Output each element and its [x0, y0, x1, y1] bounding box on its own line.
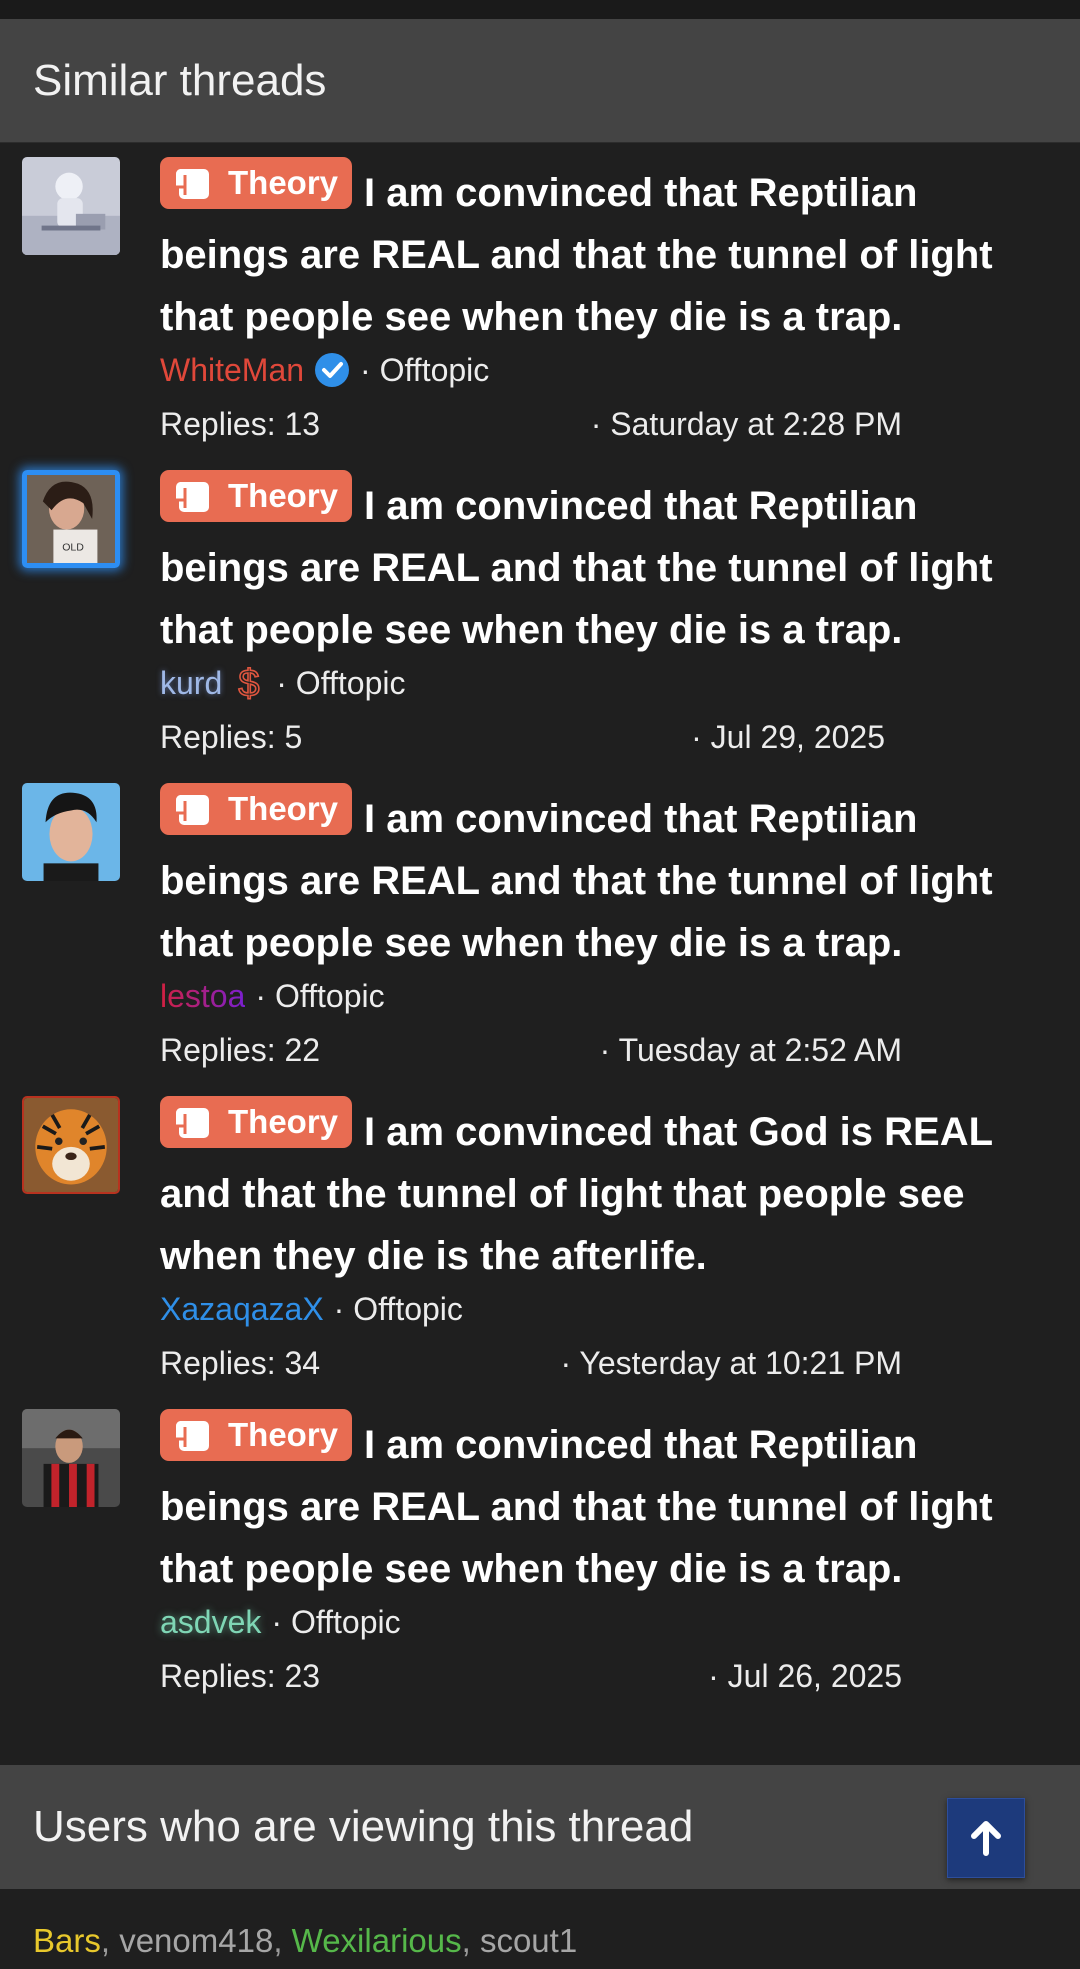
avatar-lestoa[interactable] — [22, 783, 120, 881]
thread-date: Saturday at 2:28 PM — [591, 406, 902, 443]
svg-text:$: $ — [239, 663, 260, 703]
similar-threads-list: Theory I am convinced that Reptilian bein… — [0, 143, 1080, 1722]
author-link[interactable]: XazaqazaX — [160, 1291, 324, 1328]
theory-label[interactable]: Theory — [160, 1096, 353, 1148]
thread-title[interactable]: Theory I am convinced that Reptilian bein… — [160, 470, 1040, 661]
author-link[interactable]: asdvek — [160, 1604, 261, 1641]
thread-date: Tuesday at 2:52 AM — [600, 1032, 902, 1069]
forum-link[interactable]: Offtopic — [276, 665, 406, 702]
thread-item[interactable]: OLD Theory I am convinced that Reptilian … — [0, 470, 1080, 783]
theory-label[interactable]: Theory — [160, 1409, 353, 1461]
replies-value: 23 — [284, 1658, 321, 1694]
avatar-whiteman[interactable] — [22, 157, 120, 255]
scroll-icon — [175, 1421, 209, 1451]
thread-item[interactable]: Theory I am convinced that Reptilian bein… — [0, 157, 1080, 470]
theory-label-text: Theory — [228, 1416, 339, 1453]
verified-badge-icon — [315, 353, 350, 387]
viewer-link[interactable]: Wexilarious — [292, 1922, 462, 1959]
forum-link[interactable]: Offtopic — [360, 352, 490, 389]
thread-stats: Replies: 22 Tuesday at 2:52 AM — [160, 1024, 902, 1078]
thread-meta: lestoa Offtopic — [160, 968, 1040, 1024]
scroll-to-top-button[interactable] — [947, 1798, 1025, 1878]
theory-label-text: Theory — [228, 790, 339, 827]
viewer-link[interactable]: Bars — [33, 1922, 101, 1959]
similar-threads-title: Similar threads — [33, 55, 327, 105]
replies-prefix: Replies: — [160, 719, 285, 755]
replies-count: Replies: 5 — [160, 719, 302, 756]
thread-item[interactable]: Theory I am convinced that God is REAL an… — [0, 1096, 1080, 1409]
viewer-separator: , — [273, 1922, 292, 1959]
viewer-link[interactable]: scout1 — [480, 1922, 577, 1959]
replies-prefix: Replies: — [160, 1658, 285, 1694]
thread-title[interactable]: Theory I am convinced that God is REAL an… — [160, 1096, 1040, 1287]
theory-label-text: Theory — [228, 1103, 339, 1140]
avatar-kurd[interactable]: OLD — [22, 470, 120, 568]
thread-meta: asdvek Offtopic — [160, 1594, 1040, 1650]
thread-date: Yesterday at 10:21 PM — [560, 1345, 902, 1382]
arrow-up-icon — [971, 1821, 1001, 1856]
thread-item[interactable]: Theory I am convinced that Reptilian bein… — [0, 1409, 1080, 1722]
scroll-icon — [175, 482, 209, 512]
thread-stats: Replies: 13 Saturday at 2:28 PM — [160, 398, 902, 452]
scroll-icon — [175, 169, 209, 199]
replies-value: 13 — [284, 406, 321, 442]
theory-label-text: Theory — [228, 164, 339, 201]
thread-stats: Replies: 23 Jul 26, 2025 — [160, 1650, 902, 1704]
viewer-separator: , — [100, 1922, 120, 1959]
replies-prefix: Replies: — [160, 1032, 285, 1068]
scroll-icon — [175, 795, 209, 825]
replies-value: 5 — [284, 719, 303, 755]
avatar-asdvek[interactable] — [22, 1409, 120, 1507]
thread-title[interactable]: Theory I am convinced that Reptilian bein… — [160, 783, 1040, 974]
viewer-link[interactable]: venom418 — [119, 1922, 273, 1959]
forum-link[interactable]: Offtopic — [334, 1291, 463, 1328]
thread-title[interactable]: Theory I am convinced that Reptilian bein… — [160, 1409, 1040, 1600]
replies-count: Replies: 34 — [160, 1345, 320, 1382]
author-link[interactable]: kurd — [160, 665, 222, 702]
viewer-separator: , — [461, 1922, 480, 1959]
theory-label[interactable]: Theory — [160, 470, 353, 522]
viewers-header: Users who are viewing this thread — [0, 1765, 1080, 1889]
thread-meta: XazaqazaX Offtopic — [160, 1281, 1040, 1337]
replies-value: 34 — [284, 1345, 321, 1381]
replies-prefix: Replies: — [160, 406, 285, 442]
replies-count: Replies: 13 — [160, 406, 320, 443]
top-strip — [0, 0, 1080, 19]
replies-count: Replies: 22 — [160, 1032, 320, 1069]
avatar-xazaqazax[interactable] — [22, 1096, 120, 1194]
thread-stats: Replies: 5 Jul 29, 2025 — [160, 711, 885, 765]
replies-value: 22 — [284, 1032, 321, 1068]
theory-label-text: Theory — [228, 477, 339, 514]
scroll-icon — [175, 1108, 209, 1138]
replies-count: Replies: 23 — [160, 1658, 320, 1695]
thread-stats: Replies: 34 Yesterday at 10:21 PM — [160, 1337, 902, 1391]
forum-link[interactable]: Offtopic — [271, 1604, 401, 1641]
thread-title[interactable]: Theory I am convinced that Reptilian bein… — [160, 157, 1040, 348]
theory-label[interactable]: Theory — [160, 783, 353, 835]
author-link[interactable]: WhiteMan — [160, 352, 304, 389]
thread-item[interactable]: Theory I am convinced that Reptilian bein… — [0, 783, 1080, 1096]
thread-date: Jul 29, 2025 — [691, 719, 885, 756]
thread-date: Jul 26, 2025 — [708, 1658, 902, 1695]
svg-text:OLD: OLD — [62, 542, 84, 554]
viewers-list: Bars, venom418, Wexilarious, scout1 — [33, 1922, 577, 1960]
viewers-title: Users who are viewing this thread — [33, 1802, 694, 1851]
replies-prefix: Replies: — [160, 1345, 285, 1381]
similar-threads-header: Similar threads — [0, 19, 1080, 143]
forum-link[interactable]: Offtopic — [255, 978, 385, 1015]
dollar-sign-icon: $ — [238, 663, 261, 703]
theory-label[interactable]: Theory — [160, 157, 353, 209]
thread-meta: WhiteMan Offtopic — [160, 342, 1040, 398]
author-link[interactable]: lestoa — [160, 978, 245, 1015]
thread-meta: kurd $ Offtopic — [160, 655, 1040, 711]
